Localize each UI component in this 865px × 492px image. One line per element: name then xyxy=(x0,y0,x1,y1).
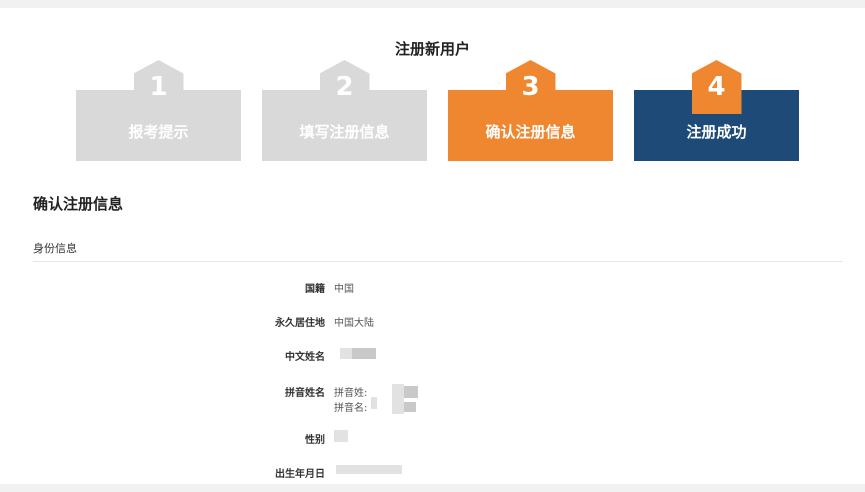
residence-label: 永久居住地 xyxy=(275,318,325,329)
step-2-number: 2 xyxy=(319,60,370,114)
page-title: 注册新用户 xyxy=(394,40,470,58)
nationality-label: 国籍 xyxy=(305,284,325,295)
nationality-value: 中国 xyxy=(334,284,354,295)
redacted-block xyxy=(336,465,388,474)
step-2: 填写注册信息 2 xyxy=(262,60,427,161)
redacted-block xyxy=(352,348,376,359)
section-divider xyxy=(33,261,843,262)
chinese-name-label: 中文姓名 xyxy=(285,352,325,363)
redacted-block xyxy=(340,348,352,359)
gender-label: 性别 xyxy=(305,435,325,446)
redacted-block xyxy=(392,384,404,414)
step-4: 注册成功 4 xyxy=(634,60,799,161)
redacted-block xyxy=(371,397,377,409)
redacted-block xyxy=(388,465,402,474)
pinyin-surname-label: 拼音姓: xyxy=(334,388,368,399)
step-4-number: 4 xyxy=(691,60,742,114)
redacted-block xyxy=(334,430,348,442)
registration-page: 注册新用户 报考提示 1 填写注册信息 2 确认注册信息 3 注册成功 4 确认… xyxy=(0,8,865,484)
step-1-number: 1 xyxy=(133,60,184,114)
pinyin-given-label: 拼音名: xyxy=(334,403,368,414)
redacted-block xyxy=(404,386,418,398)
step-3-number: 3 xyxy=(505,60,556,114)
redacted-block xyxy=(404,402,416,412)
identity-subtitle: 身份信息 xyxy=(33,242,77,255)
birth-date-label: 出生年月日 xyxy=(275,469,325,480)
step-3: 确认注册信息 3 xyxy=(448,60,613,161)
step-1: 报考提示 1 xyxy=(76,60,241,161)
residence-value: 中国大陆 xyxy=(334,318,374,329)
section-title: 确认注册信息 xyxy=(33,195,124,213)
pinyin-name-label: 拼音姓名 xyxy=(285,388,325,399)
